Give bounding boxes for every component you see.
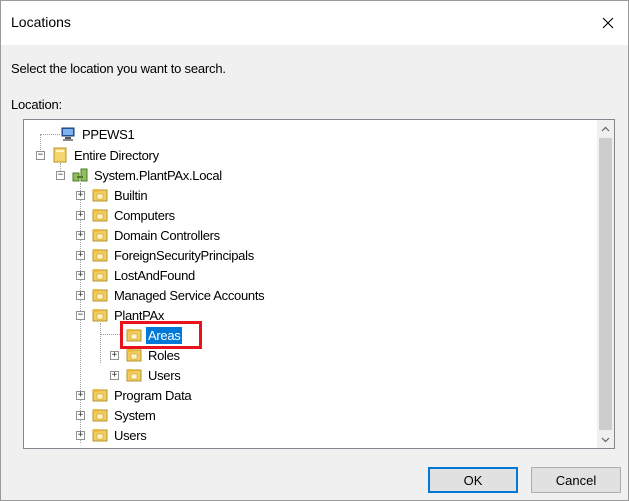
tree-node-label: Users (114, 427, 147, 443)
tree-node-system[interactable]: System (92, 405, 158, 425)
tree-node-areas[interactable]: Areas (126, 325, 183, 345)
cancel-button[interactable]: Cancel (531, 467, 621, 493)
tree-line (100, 334, 120, 335)
expand-toggle[interactable]: + (76, 271, 85, 280)
location-tree[interactable]: PPEWS1 − Entire Directory − System.Plant… (23, 119, 615, 449)
tree-node-roles[interactable]: Roles (126, 345, 182, 365)
ou-folder-icon (126, 329, 142, 342)
expand-toggle[interactable]: + (76, 411, 85, 420)
expand-toggle[interactable]: + (76, 251, 85, 260)
domain-icon (72, 168, 88, 182)
ou-folder-icon (92, 209, 108, 222)
tree-node-users-sub[interactable]: Users (126, 365, 182, 385)
expand-toggle[interactable]: + (76, 431, 85, 440)
tree-node-label: Computers (114, 207, 175, 223)
tree-node-label: Users (148, 367, 181, 383)
collapse-toggle[interactable]: − (36, 151, 45, 160)
tree-node-program-data[interactable]: Program Data (92, 385, 193, 405)
tree-node-computers[interactable]: Computers (92, 205, 177, 225)
tree-node-ppews1[interactable]: PPEWS1 (60, 124, 136, 144)
ou-folder-icon (92, 309, 108, 322)
ou-folder-icon (92, 189, 108, 202)
chevron-down-icon (601, 437, 610, 442)
dialog-title: Locations (11, 14, 71, 30)
ok-button[interactable]: OK (428, 467, 518, 493)
ou-folder-icon (126, 369, 142, 382)
locations-dialog: Locations Select the location you want t… (0, 0, 629, 501)
scroll-up-button[interactable] (597, 120, 614, 137)
tree-view: PPEWS1 − Entire Directory − System.Plant… (24, 120, 598, 448)
expand-toggle[interactable]: + (110, 371, 119, 380)
title-bar: Locations (1, 1, 628, 45)
ou-folder-icon (126, 349, 142, 362)
ou-folder-icon (92, 269, 108, 282)
scroll-down-button[interactable] (597, 431, 614, 448)
ou-folder-icon (92, 229, 108, 242)
vertical-scrollbar[interactable] (597, 120, 614, 448)
ou-folder-icon (92, 429, 108, 442)
tree-node-entire-directory[interactable]: Entire Directory (52, 145, 161, 165)
tree-line (100, 323, 101, 363)
ou-folder-icon (92, 289, 108, 302)
chevron-up-icon (601, 126, 610, 131)
location-label: Location: (11, 97, 62, 112)
tree-line (40, 134, 60, 135)
tree-node-domain-controllers[interactable]: Domain Controllers (92, 225, 222, 245)
tree-node-label: Domain Controllers (114, 227, 220, 243)
computer-icon (61, 127, 75, 141)
tree-node-label: Roles (148, 347, 180, 363)
tree-node-label: System (114, 407, 156, 423)
close-icon (602, 17, 614, 29)
expand-toggle[interactable]: + (110, 351, 119, 360)
tree-node-label: Managed Service Accounts (114, 287, 265, 303)
expand-toggle[interactable]: + (76, 391, 85, 400)
tree-node-managed-service-accounts[interactable]: Managed Service Accounts (92, 285, 266, 305)
close-button[interactable] (588, 1, 628, 45)
tree-node-label: PPEWS1 (82, 126, 135, 142)
tree-node-domain[interactable]: System.PlantPAx.Local (72, 165, 224, 185)
instruction-text: Select the location you want to search. (11, 61, 226, 76)
expand-toggle[interactable]: + (76, 211, 85, 220)
tree-node-label: LostAndFound (114, 267, 195, 283)
collapse-toggle[interactable]: − (76, 311, 85, 320)
tree-node-label: Areas (146, 326, 183, 344)
tree-node-label: ForeignSecurityPrincipals (114, 247, 254, 263)
tree-node-users[interactable]: Users (92, 425, 148, 445)
expand-toggle[interactable]: + (76, 191, 85, 200)
scroll-thumb[interactable] (599, 138, 612, 430)
tree-node-label: System.PlantPAx.Local (94, 167, 222, 183)
ou-folder-icon (92, 389, 108, 402)
tree-node-label: Entire Directory (74, 147, 159, 163)
ou-folder-icon (92, 249, 108, 262)
tree-node-label: Program Data (114, 387, 192, 403)
collapse-toggle[interactable]: − (56, 171, 65, 180)
expand-toggle[interactable]: + (76, 291, 85, 300)
ou-folder-icon (92, 409, 108, 422)
directory-icon (53, 147, 67, 163)
expand-toggle[interactable]: + (76, 231, 85, 240)
tree-node-builtin[interactable]: Builtin (92, 185, 149, 205)
tree-node-label: Builtin (114, 187, 148, 203)
tree-node-lost-and-found[interactable]: LostAndFound (92, 265, 197, 285)
tree-node-foreign-security-principals[interactable]: ForeignSecurityPrincipals (92, 245, 256, 265)
